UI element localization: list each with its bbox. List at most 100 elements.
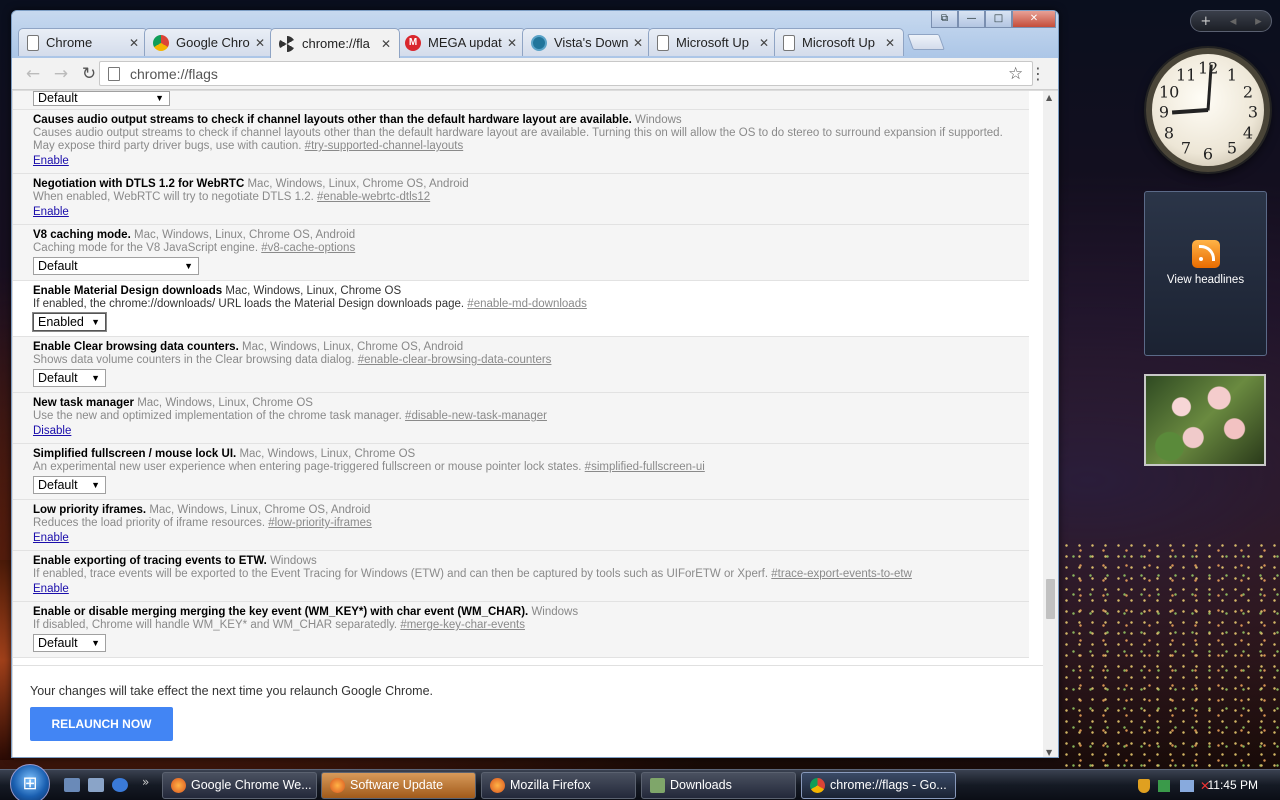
taskbar-item[interactable]: chrome://flags - Go... (801, 772, 956, 799)
prev-gadget-icon[interactable]: ◂ (1230, 14, 1237, 29)
select-value: Default (38, 371, 78, 385)
clock-gadget[interactable]: 12 1 2 3 4 5 6 7 8 9 10 11 (1146, 48, 1270, 172)
flag-anchor-link[interactable]: #trace-export-events-to-etw (771, 568, 912, 580)
flag-disable-link[interactable]: Disable (33, 425, 71, 438)
tab-google-chrome[interactable]: Google Chro ✕ (144, 28, 274, 56)
headlines-gadget[interactable]: View headlines (1144, 191, 1267, 356)
firefox-icon (171, 778, 186, 793)
close-tab-icon[interactable]: ✕ (883, 36, 897, 50)
flag-select[interactable]: Default ▼ (33, 634, 106, 652)
flag-anchor-link[interactable]: #v8-cache-options (261, 242, 355, 254)
close-tab-icon[interactable]: ✕ (505, 36, 519, 50)
tab-microsoft-update-2[interactable]: Microsoft Up ✕ (774, 28, 904, 56)
flag-anchor-link[interactable]: #enable-clear-browsing-data-counters (358, 354, 552, 366)
flags-page: Default ▼ Causes audio output streams to … (13, 91, 1057, 666)
flag-select[interactable]: Default ▼ (33, 476, 106, 494)
toolbar: ← → ↻ chrome://flags ☆ ⋮ (12, 58, 1058, 90)
flag-entry: Enable exporting of tracing events to ET… (13, 551, 1029, 602)
clock-number: 10 (1159, 82, 1180, 102)
flag-enable-link[interactable]: Enable (33, 532, 69, 545)
window-controls: ⧉ — □ ✕ (931, 11, 1056, 28)
menu-icon[interactable]: ⋮ (1030, 63, 1046, 85)
maximize-button[interactable]: □ (985, 11, 1012, 28)
page-info-icon[interactable] (108, 66, 120, 81)
internet-explorer-icon[interactable] (112, 778, 128, 792)
firefox-icon (330, 778, 345, 793)
close-tab-icon[interactable]: ✕ (631, 36, 645, 50)
flag-anchor-link[interactable]: #low-priority-iframes (268, 517, 372, 529)
relaunch-message: Your changes will take effect the next t… (30, 684, 434, 698)
tab-title: Chrome (46, 35, 93, 50)
flag-entry: Enable Material Design downloads Mac, Wi… (13, 281, 1029, 337)
flag-anchor-link[interactable]: #merge-key-char-events (400, 619, 525, 631)
clock-number: 5 (1226, 138, 1238, 158)
network-icon[interactable] (1180, 779, 1194, 792)
scroll-down-icon[interactable]: ▼ (1046, 748, 1052, 757)
title-bar: ⧉ — □ ✕ Chrome ✕ Google Chro ✕ chrome://… (12, 11, 1058, 63)
flag-select[interactable]: Default ▼ (33, 91, 170, 106)
scroll-up-icon[interactable]: ▲ (1046, 93, 1052, 102)
taskbar-item-label: Downloads (670, 778, 732, 792)
taskbar-item-label: Google Chrome We... (191, 778, 312, 792)
flag-enable-link[interactable]: Enable (33, 583, 69, 596)
start-button[interactable] (10, 764, 50, 800)
flag-description: If enabled, the chrome://downloads/ URL … (33, 298, 465, 310)
tab-chrome[interactable]: Chrome ✕ (18, 28, 148, 56)
profile-icon[interactable]: ⧉ (931, 11, 958, 28)
flag-anchor-link[interactable]: #enable-md-downloads (467, 298, 587, 310)
minimize-button[interactable]: — (958, 11, 985, 28)
bookmark-star-icon[interactable]: ☆ (1008, 64, 1032, 84)
close-tab-icon[interactable]: ✕ (379, 37, 393, 51)
tab-title: Microsoft Up (676, 35, 749, 50)
flag-anchor-link[interactable]: #try-supported-channel-layouts (305, 140, 464, 152)
taskbar-item[interactable]: Downloads (641, 772, 796, 799)
relaunch-now-button[interactable]: RELAUNCH NOW (30, 707, 173, 741)
forward-icon[interactable]: → (50, 63, 72, 85)
quick-launch-overflow-icon[interactable]: » (142, 775, 149, 789)
clock-number: 2 (1242, 82, 1254, 102)
tab-vistas-downloads[interactable]: Vista's Down ✕ (522, 28, 652, 56)
flag-select[interactable]: Default ▼ (33, 369, 106, 387)
chrome-icon (153, 34, 169, 51)
firefox-icon (490, 778, 505, 793)
flag-select[interactable]: Enabled ▼ (32, 312, 107, 332)
flag-platforms: Windows (531, 606, 579, 618)
next-gadget-icon[interactable]: ▸ (1255, 14, 1262, 29)
switch-windows-icon[interactable] (88, 778, 104, 792)
tab-microsoft-update-1[interactable]: Microsoft Up ✕ (648, 28, 778, 56)
flag-name: Enable exporting of tracing events to ET… (33, 555, 267, 567)
close-tab-icon[interactable]: ✕ (127, 36, 141, 50)
flag-name: V8 caching mode. (33, 229, 131, 241)
tab-chrome-flags[interactable]: chrome://fla ✕ (270, 28, 400, 58)
taskbar-item[interactable]: Mozilla Firefox (481, 772, 636, 799)
tab-mega[interactable]: M MEGA updat ✕ (396, 28, 526, 56)
flag-description: If disabled, Chrome will handle WM_KEY* … (33, 619, 398, 631)
slideshow-gadget[interactable] (1144, 374, 1266, 466)
new-tab-button[interactable] (907, 34, 945, 50)
reload-icon[interactable]: ↻ (78, 63, 100, 85)
select-value: Default (38, 91, 78, 105)
vertical-scrollbar[interactable]: ▲ ▼ (1043, 91, 1058, 757)
flag-anchor-link[interactable]: #disable-new-task-manager (405, 410, 547, 422)
clock-hour-hand (1171, 108, 1209, 115)
flag-anchor-link[interactable]: #enable-webrtc-dtls12 (317, 191, 430, 203)
address-bar[interactable]: chrome://flags ☆ (99, 61, 1033, 86)
taskbar-clock[interactable]: 11:45 PM (1208, 778, 1258, 792)
back-icon[interactable]: ← (22, 63, 44, 85)
add-gadget-icon[interactable]: + (1200, 14, 1211, 29)
scroll-thumb[interactable] (1046, 579, 1055, 619)
flag-select[interactable]: Default ▼ (33, 257, 199, 275)
relaunch-bar: Your changes will take effect the next t… (13, 665, 1043, 757)
show-desktop-icon[interactable] (64, 778, 80, 792)
security-shield-icon[interactable] (1138, 778, 1150, 793)
close-tab-icon[interactable]: ✕ (253, 36, 267, 50)
flag-description: An experimental new user experience when… (33, 461, 582, 473)
close-tab-icon[interactable]: ✕ (757, 36, 771, 50)
flag-enable-link[interactable]: Enable (33, 155, 69, 168)
taskbar-item[interactable]: Software Update (321, 772, 476, 799)
taskbar-item[interactable]: Google Chrome We... (162, 772, 317, 799)
flag-anchor-link[interactable]: #simplified-fullscreen-ui (585, 461, 705, 473)
flag-enable-link[interactable]: Enable (33, 206, 69, 219)
close-button[interactable]: ✕ (1012, 11, 1056, 28)
update-icon[interactable] (1158, 779, 1170, 792)
